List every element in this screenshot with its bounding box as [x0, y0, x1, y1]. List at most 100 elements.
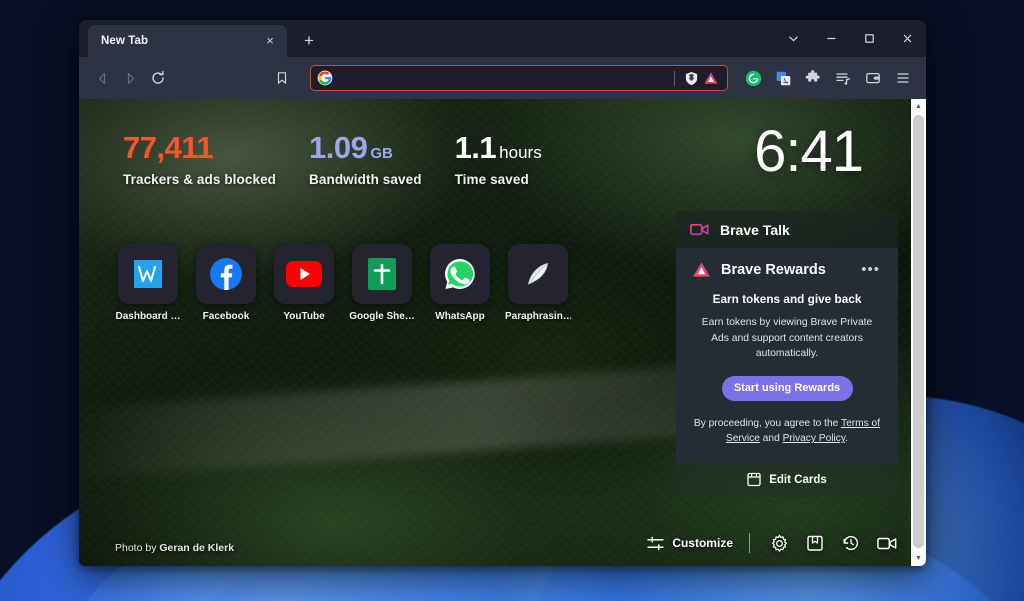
customize-button[interactable]: Customize	[647, 536, 733, 551]
tile-icon-box	[274, 244, 334, 304]
tile-icon-box	[352, 244, 412, 304]
tile-paraphrasing[interactable]: Paraphrasin…	[505, 244, 571, 322]
photo-credit-prefix: Photo by	[115, 542, 160, 554]
wallet-icon[interactable]	[859, 64, 887, 92]
start-using-rewards-button[interactable]: Start using Rewards	[721, 375, 853, 401]
tile-google-sheets[interactable]: Google She…	[349, 244, 415, 322]
video-camera-icon	[690, 223, 709, 236]
window-controls	[774, 20, 926, 57]
bookmark-icon[interactable]	[268, 64, 296, 92]
desktop-background: New Tab × + 77,411 Trackers & ads blocke…	[0, 0, 1024, 601]
omnibox-action-icons	[668, 68, 721, 88]
edit-cards-label: Edit Cards	[769, 473, 827, 486]
brave-rewards-triangle-icon[interactable]	[701, 68, 721, 88]
divider	[674, 70, 675, 86]
grammarly-icon[interactable]	[739, 64, 767, 92]
tile-dashboard[interactable]: Dashboard …	[115, 244, 181, 322]
card-options-menu-icon[interactable]: •••	[859, 262, 882, 278]
playlist-icon[interactable]	[829, 64, 857, 92]
tile-label: Dashboard …	[115, 311, 181, 322]
tile-icon-box	[430, 244, 490, 304]
tab-title: New Tab	[101, 35, 149, 47]
whatsapp-icon	[445, 259, 475, 289]
brave-rewards-triangle-icon	[693, 262, 710, 277]
wikipedia-w-icon	[134, 260, 162, 288]
sliders-icon	[647, 536, 665, 550]
photo-credit-author: Geran de Klerk	[159, 542, 235, 554]
stat-unit: hours	[499, 143, 542, 162]
clock: 6:41	[754, 119, 864, 184]
new-tab-button[interactable]: +	[296, 28, 322, 54]
feather-quill-icon	[527, 263, 548, 285]
stat-value: 77,411	[123, 130, 214, 165]
extensions-puzzle-icon[interactable]	[799, 64, 827, 92]
stat-label: Bandwidth saved	[309, 172, 422, 187]
brave-talk-camera-icon[interactable]	[874, 530, 900, 556]
vertical-scrollbar[interactable]: ▲ ▼	[911, 99, 926, 566]
stat-trackers-blocked: 77,411 Trackers & ads blocked	[123, 132, 276, 187]
brave-rewards-card: Brave Rewards ••• Earn tokens and give b…	[676, 248, 898, 463]
legal-suffix: .	[845, 433, 849, 445]
brave-browser-window: New Tab × + 77,411 Trackers & ads blocke…	[79, 20, 926, 566]
scrollbar-thumb[interactable]	[913, 115, 924, 548]
google-sheets-icon	[368, 258, 396, 290]
photo-credit: Photo by Geran de Klerk	[115, 542, 234, 554]
brave-rewards-title: Brave Rewards	[721, 261, 826, 278]
brave-shield-icon[interactable]	[681, 68, 701, 88]
main-menu-icon[interactable]	[889, 64, 917, 92]
minimize-icon[interactable]	[812, 22, 850, 56]
browser-toolbar	[79, 57, 926, 99]
brave-talk-card[interactable]: Brave Talk	[676, 211, 898, 248]
forward-icon[interactable]	[116, 64, 144, 92]
ntp-bottom-bar: Customize	[647, 530, 900, 556]
customize-label: Customize	[672, 536, 733, 550]
back-icon[interactable]	[88, 64, 116, 92]
scroll-down-arrow-icon[interactable]: ▼	[911, 551, 926, 566]
top-sites: Dashboard … Facebook YouTube Google She……	[115, 244, 571, 322]
settings-gear-icon[interactable]	[766, 530, 792, 556]
tile-label: Paraphrasin…	[505, 311, 571, 322]
rewards-description: Earn tokens by viewing Brave Private Ads…	[701, 317, 873, 360]
tile-icon-box	[118, 244, 178, 304]
tile-label: Google She…	[349, 311, 415, 322]
stat-value: 1.1	[454, 130, 497, 165]
legal-prefix: By proceeding, you agree to the	[693, 417, 841, 429]
maximize-icon[interactable]	[850, 22, 888, 56]
stat-label: Time saved	[454, 172, 529, 187]
scroll-up-arrow-icon[interactable]: ▲	[911, 99, 926, 114]
tab-strip: New Tab × +	[79, 20, 926, 57]
stat-value: 1.09	[309, 130, 368, 165]
bookmarks-book-icon[interactable]	[802, 530, 828, 556]
cards-icon	[747, 472, 761, 487]
stat-bandwidth-saved: 1.09 GB Bandwidth saved	[309, 132, 422, 187]
tile-youtube[interactable]: YouTube	[271, 244, 337, 322]
tab-new-tab[interactable]: New Tab ×	[88, 25, 287, 57]
ntp-cards: Brave Talk Brave Rewards ••• Earn tokens…	[676, 211, 898, 497]
divider	[749, 533, 750, 553]
privacy-policy-link[interactable]: Privacy Policy	[783, 433, 846, 444]
youtube-icon	[286, 261, 322, 287]
history-clock-icon[interactable]	[838, 530, 864, 556]
reload-icon[interactable]	[144, 64, 172, 92]
address-bar-input[interactable]	[339, 70, 668, 86]
stat-time-saved: 1.1 hours Time saved	[455, 132, 542, 187]
tile-whatsapp[interactable]: WhatsApp	[427, 244, 493, 322]
tile-icon-box	[196, 244, 256, 304]
close-window-icon[interactable]	[888, 22, 926, 56]
tile-facebook[interactable]: Facebook	[193, 244, 259, 322]
close-icon[interactable]: ×	[262, 33, 278, 49]
stat-label: Trackers & ads blocked	[123, 172, 277, 187]
stat-unit: GB	[370, 145, 393, 162]
chevron-down-icon[interactable]	[774, 22, 812, 56]
translate-icon[interactable]	[769, 64, 797, 92]
tile-icon-box	[508, 244, 568, 304]
facebook-icon	[210, 258, 242, 290]
rewards-subtitle: Earn tokens and give back	[712, 292, 862, 306]
rewards-legal-text: By proceeding, you agree to the Terms of…	[692, 416, 882, 447]
edit-cards-button[interactable]: Edit Cards	[676, 462, 898, 497]
address-bar[interactable]	[310, 65, 728, 91]
brave-talk-title: Brave Talk	[720, 221, 790, 238]
toolbar-right-icons	[739, 64, 917, 92]
tile-label: Facebook	[202, 311, 250, 322]
google-g-icon	[317, 70, 333, 86]
